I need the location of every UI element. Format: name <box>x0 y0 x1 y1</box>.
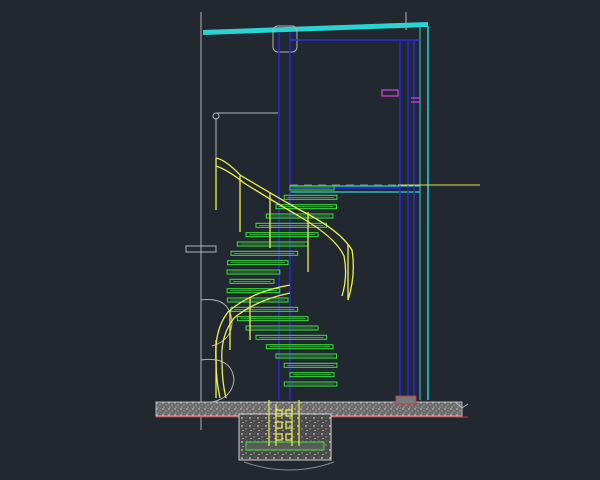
foundation-arc <box>243 461 335 471</box>
marker-box <box>381 89 399 97</box>
structural-frame <box>203 22 429 400</box>
foundation-base <box>245 441 325 451</box>
handrail-upper-outer <box>215 157 354 301</box>
wall-base-block <box>395 395 417 405</box>
foundation-block <box>238 413 332 461</box>
spiral-handrail <box>215 157 354 399</box>
cad-drawing-canvas <box>155 12 480 471</box>
top-beam <box>203 22 428 35</box>
